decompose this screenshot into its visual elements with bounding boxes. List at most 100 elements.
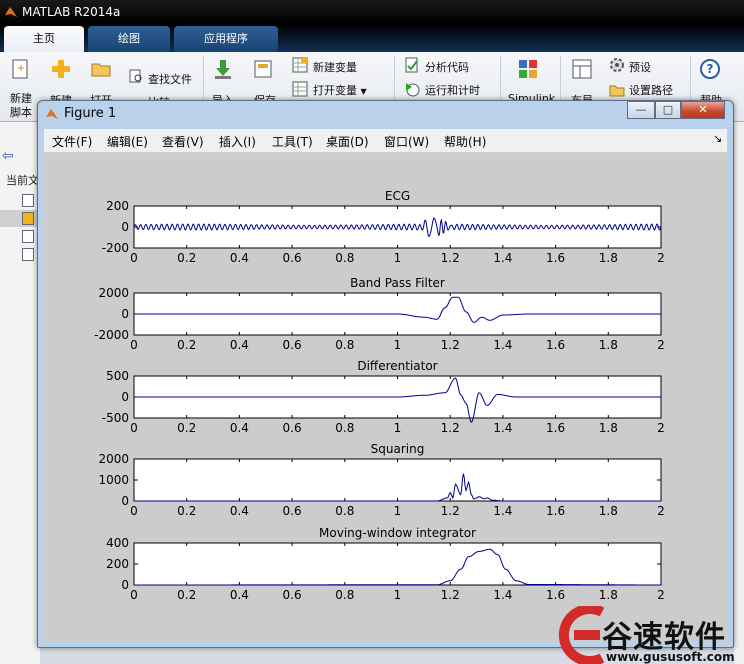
subplot-2-xtick-label: 0.6 (283, 338, 302, 352)
subplot-5-ytick-label: 200 (106, 557, 129, 571)
subplot-4-title: Squaring (371, 442, 425, 456)
subplot-3-title: Differentiator (357, 359, 437, 373)
open-variable-icon[interactable] (292, 81, 308, 97)
subplot-3-xtick-label: 0.8 (335, 421, 354, 435)
menu-view[interactable]: 查看(V) (162, 133, 204, 150)
svg-text:+: + (17, 64, 25, 74)
minimize-button[interactable]: — (627, 101, 655, 119)
set-path-button[interactable]: 设置路径 (629, 82, 673, 98)
subplot-1-xtick-label: 0.6 (283, 251, 302, 265)
list-item[interactable] (0, 192, 40, 209)
subplot-2-xtick-label: 0.2 (177, 338, 196, 352)
new-icon[interactable] (50, 58, 72, 80)
subplot-2-xtick-label: 2 (657, 338, 665, 352)
layout-icon[interactable] (571, 58, 593, 80)
close-button[interactable]: ✕ (681, 101, 725, 119)
menu-window[interactable]: 窗口(W) (384, 133, 429, 150)
open-variable-button[interactable]: 打开变量 ▼ (313, 82, 367, 98)
subplot-2-xtick-label: 1 (394, 338, 402, 352)
subplot-4-ytick-label: 1000 (98, 473, 129, 487)
subplot-1-xtick-label: 0.4 (230, 251, 249, 265)
menu-insert[interactable]: 插入(I) (219, 133, 256, 150)
subplot-4-xtick-label: 0 (130, 504, 138, 518)
data-file-icon (22, 230, 34, 243)
subplot-4-xtick-label: 1.2 (441, 504, 460, 518)
subplot-4-xtick-label: 1 (394, 504, 402, 518)
subplot-4-xtick-label: 2 (657, 504, 665, 518)
figure-window: Figure 1 — □ ✕ 文件(F) 编辑(E) 查看(V) 插入(I) 工… (37, 100, 734, 648)
subplot-3-ytick-label: 0 (121, 390, 129, 404)
subplot-2-xtick-label: 1.2 (441, 338, 460, 352)
gear-icon[interactable] (609, 57, 625, 73)
subplot-1-xtick-label: 1 (394, 251, 402, 265)
new-script-icon[interactable]: + (10, 58, 32, 80)
subplot-5-title: Moving-window integrator (319, 526, 476, 540)
subplot-5-ytick-label: 400 (106, 536, 129, 550)
subplot-2-ytick-label: -2000 (94, 328, 129, 342)
subplot-5-xtick-label: 1.8 (599, 588, 618, 602)
subplot-1-xtick-label: 0.8 (335, 251, 354, 265)
analyze-code-icon[interactable] (404, 57, 420, 73)
subplot-1-title: ECG (385, 189, 410, 203)
menu-tools[interactable]: 工具(T) (272, 133, 313, 150)
menu-file[interactable]: 文件(F) (52, 133, 92, 150)
subplot-2-xtick-label: 1.6 (546, 338, 565, 352)
matlab-file-icon (22, 212, 34, 225)
new-variable-icon[interactable] (292, 57, 308, 73)
subplot-3-xtick-label: 0 (130, 421, 138, 435)
menu-edit[interactable]: 编辑(E) (107, 133, 148, 150)
chevron-down-icon: ▼ (360, 87, 367, 96)
subplot-4-xtick-label: 0.2 (177, 504, 196, 518)
tab-home[interactable]: 主页 (4, 26, 84, 52)
figure-title: Figure 1 (64, 106, 117, 121)
subplot-3-ytick-label: -500 (102, 411, 129, 425)
list-item[interactable] (0, 246, 40, 263)
subplot-5-xtick-label: 0.8 (335, 588, 354, 602)
open-folder-icon[interactable] (90, 58, 112, 80)
current-folder-panel: ⇦ 当前文 (0, 122, 40, 664)
import-icon[interactable] (212, 58, 234, 80)
preferences-button[interactable]: 预设 (629, 59, 651, 75)
subplot-4-xtick-label: 1.6 (546, 504, 565, 518)
subplot-2-xtick-label: 0.4 (230, 338, 249, 352)
current-folder-label: 当前文 (6, 174, 39, 187)
subplot-5-xtick-label: 0.6 (283, 588, 302, 602)
subplots-chart: ECG0 0.2 0.4 0.6 0.8 1 1.2 1.4 1.6 1.8 2-2000200Ba… (94, 189, 665, 602)
simulink-icon[interactable] (517, 58, 539, 80)
find-files-icon[interactable] (128, 68, 144, 84)
subplot-1-ytick-label: -200 (102, 241, 129, 255)
find-files-button[interactable]: 查找文件 (148, 71, 192, 87)
ribbon-tabs: 主页 绘图 应用程序 (0, 24, 744, 52)
help-icon[interactable]: ? (699, 58, 721, 80)
subplot-5-xtick-label: 0.2 (177, 588, 196, 602)
subplot-1-ytick-label: 0 (121, 220, 129, 234)
subplot-2-ytick-label: 0 (121, 307, 129, 321)
menu-help[interactable]: 帮助(H) (444, 133, 486, 150)
back-arrow-icon[interactable]: ⇦ (2, 148, 14, 164)
new-variable-button[interactable]: 新建变量 (313, 59, 357, 75)
maximize-button[interactable]: □ (655, 101, 681, 119)
subplot-4-xtick-label: 1.8 (599, 504, 618, 518)
subplot-1-xtick-label: 1.2 (441, 251, 460, 265)
run-and-time-icon[interactable] (404, 81, 420, 97)
subplot-3-xtick-label: 1.4 (493, 421, 512, 435)
subplot-2-ytick-label: 2000 (98, 286, 129, 300)
new-script-button[interactable]: 新建 脚本 (10, 92, 32, 120)
list-item[interactable] (0, 210, 40, 227)
save-workspace-icon[interactable] (252, 58, 274, 80)
subplot-1-xtick-label: 2 (657, 251, 665, 265)
subplot-3-xtick-label: 1.2 (441, 421, 460, 435)
subplot-5-ytick-label: 0 (121, 578, 129, 592)
menu-desktop[interactable]: 桌面(D) (326, 133, 369, 150)
subplot-1-xtick-label: 0 (130, 251, 138, 265)
analyze-code-button[interactable]: 分析代码 (425, 59, 469, 75)
list-item[interactable] (0, 228, 40, 245)
subplot-2-xtick-label: 0.8 (335, 338, 354, 352)
dock-arrow-icon[interactable]: ↘ (713, 132, 722, 145)
set-path-icon[interactable] (609, 81, 625, 97)
subplot-5-xtick-label: 1.4 (493, 588, 512, 602)
run-and-time-button[interactable]: 运行和计时 (425, 82, 480, 98)
tab-apps[interactable]: 应用程序 (174, 26, 278, 52)
tab-plots[interactable]: 绘图 (88, 26, 170, 52)
subplot-3-xtick-label: 1 (394, 421, 402, 435)
